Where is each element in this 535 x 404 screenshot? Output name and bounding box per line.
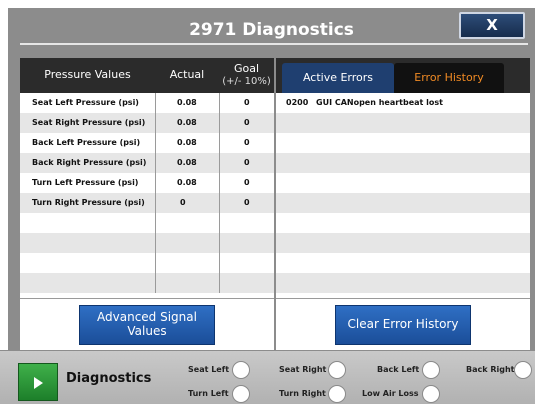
seat-right-indicator [328, 361, 346, 379]
error-code: 0200 [286, 98, 309, 107]
tab-active-errors[interactable]: Active Errors [282, 63, 394, 93]
pressure-actual-cell: 0.08 [177, 158, 197, 167]
back-left-label: Back Left [377, 365, 420, 374]
pressure-actual-cell: 0.08 [177, 98, 197, 107]
advanced-signal-values-button[interactable]: Advanced Signal Values [79, 305, 215, 345]
column-divider [155, 93, 156, 293]
table-row: Back Left Pressure (psi) 0.08 0 [20, 133, 274, 153]
table-row-empty [20, 253, 274, 273]
clear-error-history-button[interactable]: Clear Error History [335, 305, 471, 345]
pressure-actual-cell: 0.08 [177, 138, 197, 147]
bottom-status-bar: Diagnostics Seat Left Turn Left Seat Rig… [0, 350, 535, 404]
table-row-empty [20, 213, 274, 233]
error-message: GUI CANopen heartbeat lost [316, 98, 443, 107]
pressure-name-cell: Turn Left Pressure (psi) [32, 178, 139, 187]
pressure-goal-cell: 0 [244, 138, 250, 147]
seat-right-label: Seat Right [279, 365, 327, 374]
seat-left-indicator [232, 361, 250, 379]
list-item-empty [276, 193, 530, 213]
pressure-name-cell: Back Right Pressure (psi) [32, 158, 147, 167]
pressure-name-cell: Seat Right Pressure (psi) [32, 118, 146, 127]
title-bar: 2971 Diagnostics X [8, 8, 535, 46]
play-icon [34, 377, 43, 389]
low-air-loss-label: Low Air Loss [362, 389, 419, 398]
pressure-goal-cell: 0 [244, 198, 250, 207]
back-right-label: Back Right [466, 365, 515, 374]
table-row: Seat Left Pressure (psi) 0.08 0 [20, 93, 274, 113]
list-item-empty [276, 153, 530, 173]
errors-panel-footer: Clear Error History [276, 298, 530, 356]
pressure-values-panel: Pressure Values Actual Goal (+/- 10%) Se… [20, 58, 274, 356]
table-row: Back Right Pressure (psi) 0.08 0 [20, 153, 274, 173]
pressure-name-cell: Seat Left Pressure (psi) [32, 98, 139, 107]
list-item-empty [276, 253, 530, 273]
back-left-indicator [422, 361, 440, 379]
table-row: Turn Right Pressure (psi) 0 0 [20, 193, 274, 213]
low-air-loss-indicator [422, 385, 440, 403]
table-row-empty [20, 233, 274, 253]
pressure-actual-cell: 0 [180, 198, 186, 207]
pressure-goal-cell: 0 [244, 178, 250, 187]
pressure-goal-cell: 0 [244, 158, 250, 167]
pressure-actual-cell: 0.08 [177, 178, 197, 187]
pressure-actual-cell: 0.08 [177, 118, 197, 127]
errors-list: 0200 GUI CANopen heartbeat lost [276, 93, 530, 293]
diagnostics-window: 2971 Diagnostics X Pressure Values Actua… [8, 8, 535, 356]
seat-left-label: Seat Left [188, 365, 230, 374]
column-divider [219, 93, 220, 293]
table-row-empty [20, 273, 274, 293]
header-pressure-values: Pressure Values [44, 68, 131, 82]
diagnostics-play-button[interactable] [18, 363, 58, 401]
turn-left-indicator [232, 385, 250, 403]
list-item-empty [276, 233, 530, 253]
pressure-goal-cell: 0 [244, 98, 250, 107]
tab-error-history[interactable]: Error History [394, 63, 504, 93]
advanced-signal-label-line1: Advanced Signal [97, 310, 197, 325]
header-goal-tolerance: (+/- 10%) [222, 76, 271, 88]
pressure-table-body: Seat Left Pressure (psi) 0.08 0 Seat Rig… [20, 93, 274, 293]
header-goal-label: Goal [233, 62, 260, 76]
pressure-name-cell: Back Left Pressure (psi) [32, 138, 141, 147]
errors-tabbar: Active Errors Error History [276, 58, 530, 93]
header-actual: Actual [169, 68, 205, 82]
title-divider [20, 43, 528, 45]
table-row: Turn Left Pressure (psi) 0.08 0 [20, 173, 274, 193]
header-goal: Goal (+/- 10%) [219, 58, 274, 93]
window-title: 2971 Diagnostics [189, 20, 354, 40]
list-item-empty [276, 173, 530, 193]
close-button[interactable]: X [459, 12, 525, 39]
pressure-table-header: Pressure Values Actual Goal (+/- 10%) [20, 58, 274, 93]
back-right-indicator [514, 361, 532, 379]
turn-right-label: Turn Right [279, 389, 326, 398]
advanced-signal-label-line2: Values [127, 324, 167, 338]
turn-left-label: Turn Left [188, 389, 229, 398]
turn-right-indicator [328, 385, 346, 403]
pressure-goal-cell: 0 [244, 118, 250, 127]
pressure-panel-footer: Advanced Signal Values [20, 298, 274, 356]
list-item-empty [276, 113, 530, 133]
diagnostics-label: Diagnostics [66, 371, 152, 386]
list-item-empty [276, 273, 530, 293]
list-item-empty [276, 133, 530, 153]
pressure-name-cell: Turn Right Pressure (psi) [32, 198, 145, 207]
list-item: 0200 GUI CANopen heartbeat lost [276, 93, 530, 113]
table-row: Seat Right Pressure (psi) 0.08 0 [20, 113, 274, 133]
errors-panel: Active Errors Error History 0200 GUI CAN… [276, 58, 530, 356]
list-item-empty [276, 213, 530, 233]
